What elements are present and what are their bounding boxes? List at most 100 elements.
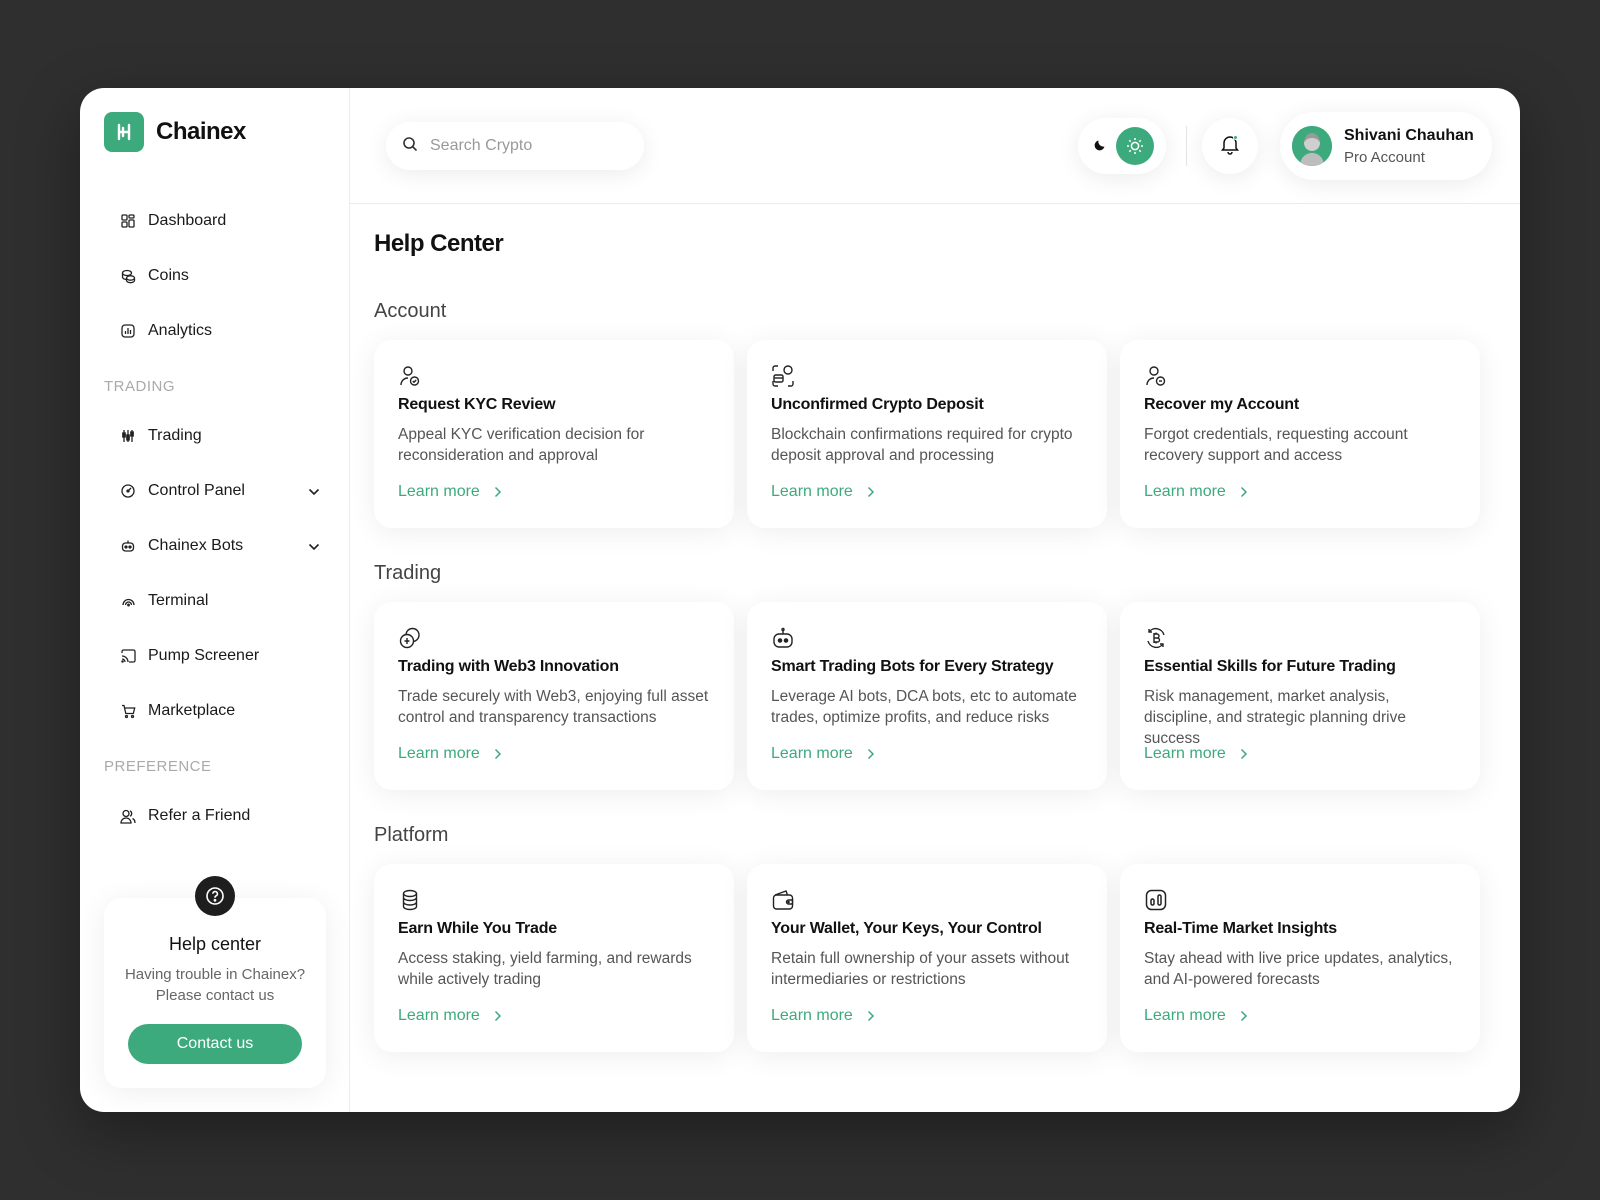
learn-more-label: Learn more (1144, 745, 1226, 762)
help-card-kyc-review[interactable]: Request KYC Review Appeal KYC verificati… (374, 340, 734, 528)
learn-more-link[interactable]: Learn more (771, 483, 875, 501)
logo-mark-icon (104, 112, 144, 152)
sidebar-item-pump-screener[interactable]: Pump Screener (120, 644, 320, 668)
section-title-platform: Platform (374, 824, 449, 846)
sidebar-item-label: Marketplace (148, 702, 236, 719)
users-icon (120, 808, 136, 824)
learn-more-link[interactable]: Learn more (771, 745, 875, 763)
section-title-trading: Trading (374, 562, 442, 584)
sidebar-item-dashboard[interactable]: Dashboard (120, 209, 320, 233)
card-title: Unconfirmed Crypto Deposit (771, 396, 984, 413)
sidebar: Chainex Dashboard Coins Analytics TRADIN… (80, 88, 350, 1112)
help-center-card: Help center Having trouble in Chainex? P… (104, 876, 326, 1088)
bot-icon (771, 626, 795, 650)
chevron-right-icon (494, 748, 501, 760)
app-name: Chainex (156, 118, 246, 145)
sidebar-item-marketplace[interactable]: Marketplace (120, 699, 320, 723)
sidebar-item-label: Coins (148, 267, 189, 284)
chevron-right-icon (494, 486, 501, 498)
help-card-trading-bots[interactable]: Smart Trading Bots for Every Strategy Le… (747, 602, 1107, 790)
help-card-recover-account[interactable]: Recover my Account Forgot credentials, r… (1120, 340, 1480, 528)
logo[interactable]: Chainex (104, 112, 246, 152)
notifications-button[interactable] (1202, 118, 1258, 174)
search-bar[interactable] (386, 122, 644, 170)
section-title-account: Account (374, 300, 447, 322)
sidebar-item-label: Analytics (148, 322, 213, 339)
avatar (1292, 126, 1332, 166)
cast-icon (120, 648, 136, 664)
learn-more-label: Learn more (771, 1007, 853, 1024)
sun-icon[interactable] (1116, 127, 1154, 165)
contact-us-button[interactable]: Contact us (128, 1024, 302, 1064)
sidebar-item-coins[interactable]: Coins (120, 264, 320, 288)
coin-stack-icon (398, 888, 422, 912)
cart-icon (120, 703, 136, 719)
help-card-essential-skills[interactable]: Essential Skills for Future Trading Risk… (1120, 602, 1480, 790)
help-card-web3-trading[interactable]: Trading with Web3 Innovation Trade secur… (374, 602, 734, 790)
app-window: Chainex Dashboard Coins Analytics TRADIN… (80, 88, 1520, 1112)
section-label-trading: TRADING (104, 378, 175, 395)
sidebar-item-terminal[interactable]: Terminal (120, 589, 320, 613)
learn-more-link[interactable]: Learn more (398, 745, 502, 763)
card-description: Blockchain confirmations required for cr… (771, 426, 1073, 464)
learn-more-link[interactable]: Learn more (398, 1007, 502, 1025)
chevron-down-icon[interactable] (308, 538, 320, 556)
learn-more-link[interactable]: Learn more (1144, 745, 1248, 763)
top-header: Shivani Chauhan Pro Account (350, 88, 1520, 204)
moon-icon[interactable] (1094, 137, 1108, 156)
card-title: Essential Skills for Future Trading (1144, 658, 1396, 675)
theme-toggle[interactable] (1078, 118, 1166, 174)
learn-more-link[interactable]: Learn more (1144, 483, 1248, 501)
sidebar-item-label: Refer a Friend (148, 807, 251, 824)
page-title: Help Center (374, 230, 504, 257)
learn-more-link[interactable]: Learn more (398, 483, 502, 501)
gauge-icon (120, 483, 136, 499)
deposit-scan-icon (771, 364, 795, 388)
coins-icon (120, 268, 136, 284)
sidebar-item-label: Terminal (148, 592, 209, 609)
chevron-right-icon (867, 486, 874, 498)
chevron-down-icon[interactable] (308, 483, 320, 501)
chevron-right-icon (1240, 748, 1247, 760)
learn-more-label: Learn more (398, 1007, 480, 1024)
sidebar-item-label: Chainex Bots (148, 537, 244, 554)
card-description: Appeal KYC verification decision for rec… (398, 426, 645, 464)
user-profile[interactable]: Shivani Chauhan Pro Account (1280, 112, 1492, 180)
sidebar-item-refer-a-friend[interactable]: Refer a Friend (120, 804, 320, 828)
help-card-market-insights[interactable]: Real-Time Market Insights Stay ahead wit… (1120, 864, 1480, 1052)
dashboard-icon (120, 213, 136, 229)
help-center-title: Help center (168, 934, 262, 954)
section-label-preference: PREFERENCE (104, 758, 212, 775)
search-icon (402, 136, 418, 157)
card-description: Access staking, yield farming, and rewar… (398, 950, 692, 988)
sidebar-item-trading[interactable]: Trading (120, 424, 320, 448)
learn-more-link[interactable]: Learn more (771, 1007, 875, 1025)
user-info: Shivani Chauhan Pro Account (1344, 127, 1474, 166)
card-title: Recover my Account (1144, 396, 1299, 413)
card-description: Risk management, market analysis, discip… (1144, 688, 1406, 747)
learn-more-label: Learn more (398, 745, 480, 762)
learn-more-label: Learn more (398, 483, 480, 500)
sidebar-item-analytics[interactable]: Analytics (120, 319, 320, 343)
learn-more-link[interactable]: Learn more (1144, 1007, 1248, 1025)
card-title: Earn While You Trade (398, 920, 558, 937)
card-title: Your Wallet, Your Keys, Your Control (771, 920, 1042, 937)
sidebar-item-chainex-bots[interactable]: Chainex Bots (120, 534, 320, 558)
bot-icon (120, 538, 136, 554)
sidebar-item-control-panel[interactable]: Control Panel (120, 479, 320, 503)
learn-more-label: Learn more (771, 483, 853, 500)
learn-more-label: Learn more (771, 745, 853, 762)
card-description: Forgot credentials, requesting account r… (1144, 426, 1408, 464)
help-card-wallet-keys[interactable]: Your Wallet, Your Keys, Your Control Ret… (747, 864, 1107, 1052)
search-input[interactable] (430, 137, 620, 155)
help-card-earn-while-trade[interactable]: Earn While You Trade Access staking, yie… (374, 864, 734, 1052)
bitcoin-refresh-icon (1144, 626, 1168, 650)
help-question-icon (195, 876, 235, 916)
web3-coins-icon (398, 626, 422, 650)
chart-box-icon (1144, 888, 1168, 912)
analytics-icon (120, 323, 136, 339)
sidebar-item-label: Dashboard (148, 212, 227, 229)
user-recover-icon (1144, 364, 1168, 388)
header-divider (1186, 126, 1187, 166)
help-card-unconfirmed-deposit[interactable]: Unconfirmed Crypto Deposit Blockchain co… (747, 340, 1107, 528)
